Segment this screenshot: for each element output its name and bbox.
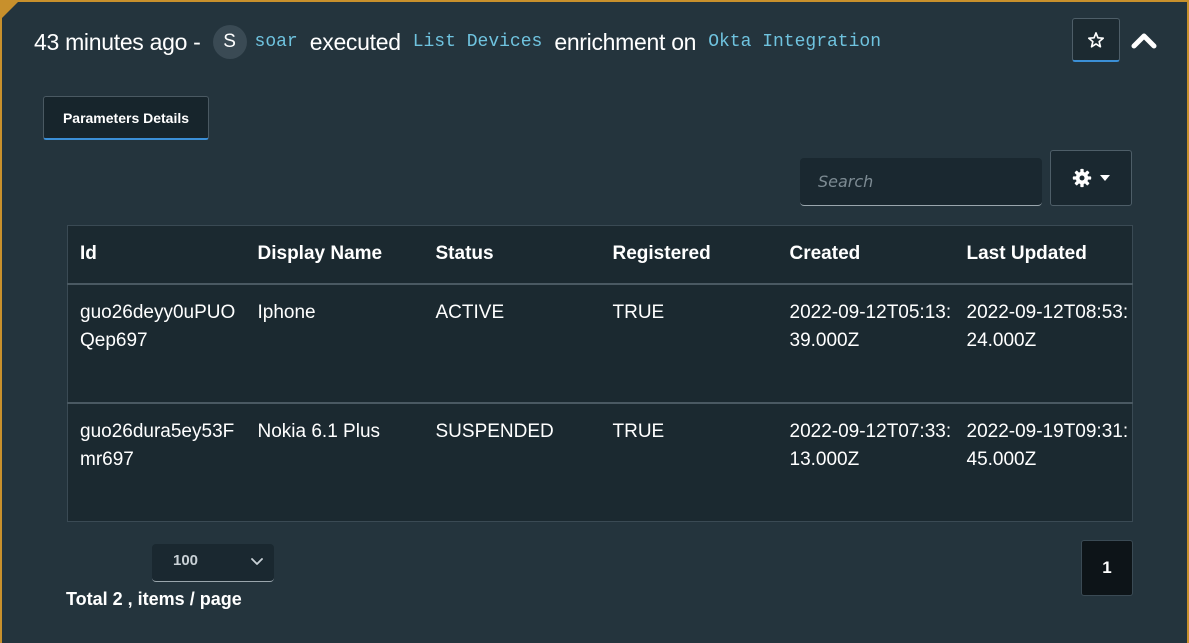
cell-last-updated: 2022-09-12T08:53:24.000Z xyxy=(954,283,1133,403)
search-input[interactable] xyxy=(800,158,1042,206)
column-header-registered[interactable]: Registered xyxy=(600,225,778,284)
cell-id: guo26dura5ey53Fmr697 xyxy=(67,402,246,522)
panel-corner-marker xyxy=(0,0,20,20)
star-icon xyxy=(1087,31,1105,48)
collapse-button[interactable] xyxy=(1130,30,1158,52)
devices-table: Id Display Name Status Registered Create… xyxy=(67,225,1133,522)
cell-created: 2022-09-12T05:13:39.000Z xyxy=(777,283,955,403)
page-size-select[interactable]: 100 xyxy=(152,544,274,582)
integration-name[interactable]: Okta Integration xyxy=(708,32,881,52)
cell-status: ACTIVE xyxy=(423,283,601,403)
time-ago: 43 minutes ago - xyxy=(34,28,201,55)
cell-last-updated: 2022-09-19T09:31:45.000Z xyxy=(954,402,1133,522)
table-row: guo26dura5ey53Fmr697 Nokia 6.1 Plus SUSP… xyxy=(67,402,1133,522)
middle-text: enrichment on xyxy=(554,28,697,55)
column-header-last-updated[interactable]: Last Updated xyxy=(954,225,1133,284)
column-header-id[interactable]: Id xyxy=(67,225,246,284)
page-button-1[interactable]: 1 xyxy=(1081,540,1133,596)
total-items-label: Total 2 , items / page xyxy=(66,589,242,609)
gear-icon xyxy=(1072,168,1092,188)
cell-id: guo26deyy0uPUOQep697 xyxy=(67,283,246,403)
caret-down-icon xyxy=(1100,175,1110,181)
chevron-down-icon xyxy=(251,558,263,565)
user-name[interactable]: soar xyxy=(255,32,298,52)
column-header-display-name[interactable]: Display Name xyxy=(245,225,424,284)
page-size-value: 100 xyxy=(173,552,199,569)
cell-display-name: Iphone xyxy=(245,283,424,403)
cell-registered: TRUE xyxy=(600,283,778,403)
column-header-created[interactable]: Created xyxy=(777,225,955,284)
column-settings-button[interactable] xyxy=(1050,150,1132,206)
column-header-status[interactable]: Status xyxy=(423,225,601,284)
tab-parameters-details[interactable]: Parameters Details xyxy=(43,96,209,140)
chevron-up-icon xyxy=(1131,33,1157,49)
activity-header: 43 minutes ago - S soar executed List De… xyxy=(34,24,881,60)
cell-created: 2022-09-12T07:33:13.000Z xyxy=(777,402,955,522)
cell-registered: TRUE xyxy=(600,402,778,522)
cell-status: SUSPENDED xyxy=(423,402,601,522)
table-row: guo26deyy0uPUOQep697 Iphone ACTIVE TRUE … xyxy=(67,283,1133,403)
table-header-row: Id Display Name Status Registered Create… xyxy=(67,225,1133,284)
action-name[interactable]: List Devices xyxy=(413,32,543,52)
user-avatar: S xyxy=(212,25,247,59)
favorite-button[interactable] xyxy=(1072,18,1120,62)
cell-display-name: Nokia 6.1 Plus xyxy=(245,402,424,522)
verb-text: executed xyxy=(309,28,401,55)
